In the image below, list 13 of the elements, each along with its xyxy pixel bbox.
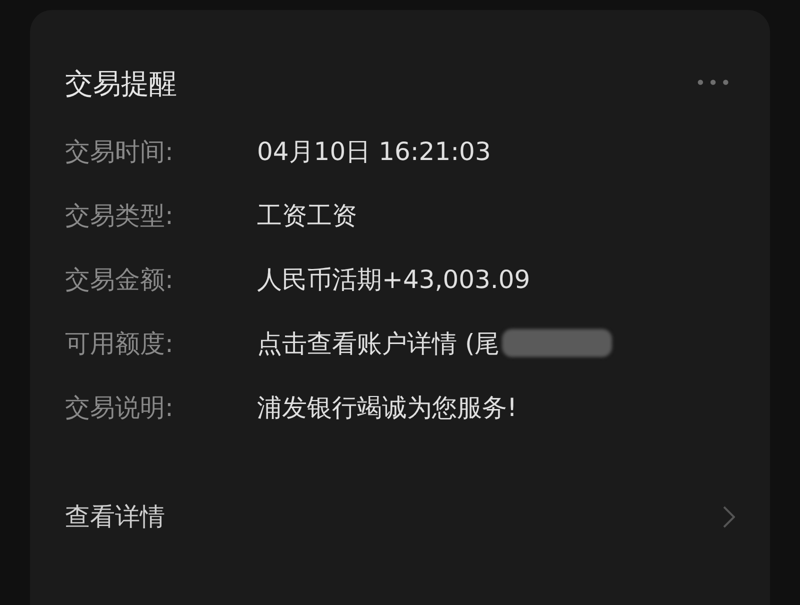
field-value: 04月10日 16:21:03 — [257, 138, 491, 164]
field-value: 工资工资 — [257, 202, 357, 228]
field-label: 交易时间: — [65, 138, 174, 164]
card-title: 交易提醒 — [65, 70, 177, 98]
field-value: 人民币活期+43,003.09 — [257, 266, 530, 292]
view-details-link[interactable]: 查看详情 — [65, 504, 165, 529]
field-label: 可用额度: — [65, 330, 174, 356]
field-label: 交易类型: — [65, 202, 174, 228]
field-value: 点击查看账户详情 (尾 — [257, 330, 500, 356]
field-label: 交易说明: — [65, 394, 174, 420]
chevron-right-icon — [723, 506, 735, 528]
field-label: 交易金额: — [65, 266, 174, 292]
field-value: 浦发银行竭诚为您服务! — [257, 394, 518, 420]
